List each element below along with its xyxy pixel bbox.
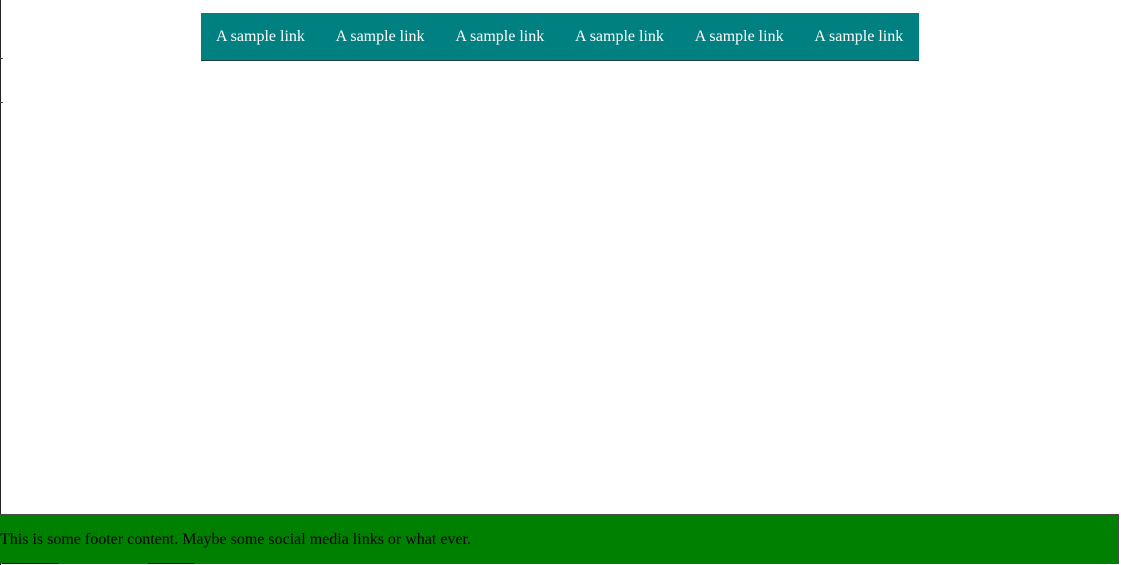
nav-link-2[interactable]: A sample link: [321, 13, 441, 61]
page-left-border: [0, 0, 1, 565]
nav-link-1[interactable]: A sample link: [201, 13, 321, 61]
hidden-content-peek: [60, 559, 146, 565]
footer-text: This is some footer content. Maybe some …: [0, 531, 471, 548]
nav-link-6[interactable]: A sample link: [799, 13, 919, 61]
hidden-content-edge: [148, 563, 194, 564]
top-navigation-bar: A sample link A sample link A sample lin…: [201, 13, 919, 61]
left-border-tick: [0, 58, 3, 59]
left-border-tick: [0, 102, 3, 103]
nav-link-4[interactable]: A sample link: [560, 13, 680, 61]
page-footer: This is some footer content. Maybe some …: [0, 514, 1119, 564]
hidden-content-edge: [2, 563, 58, 564]
nav-link-5[interactable]: A sample link: [680, 13, 800, 61]
nav-link-3[interactable]: A sample link: [440, 13, 560, 61]
